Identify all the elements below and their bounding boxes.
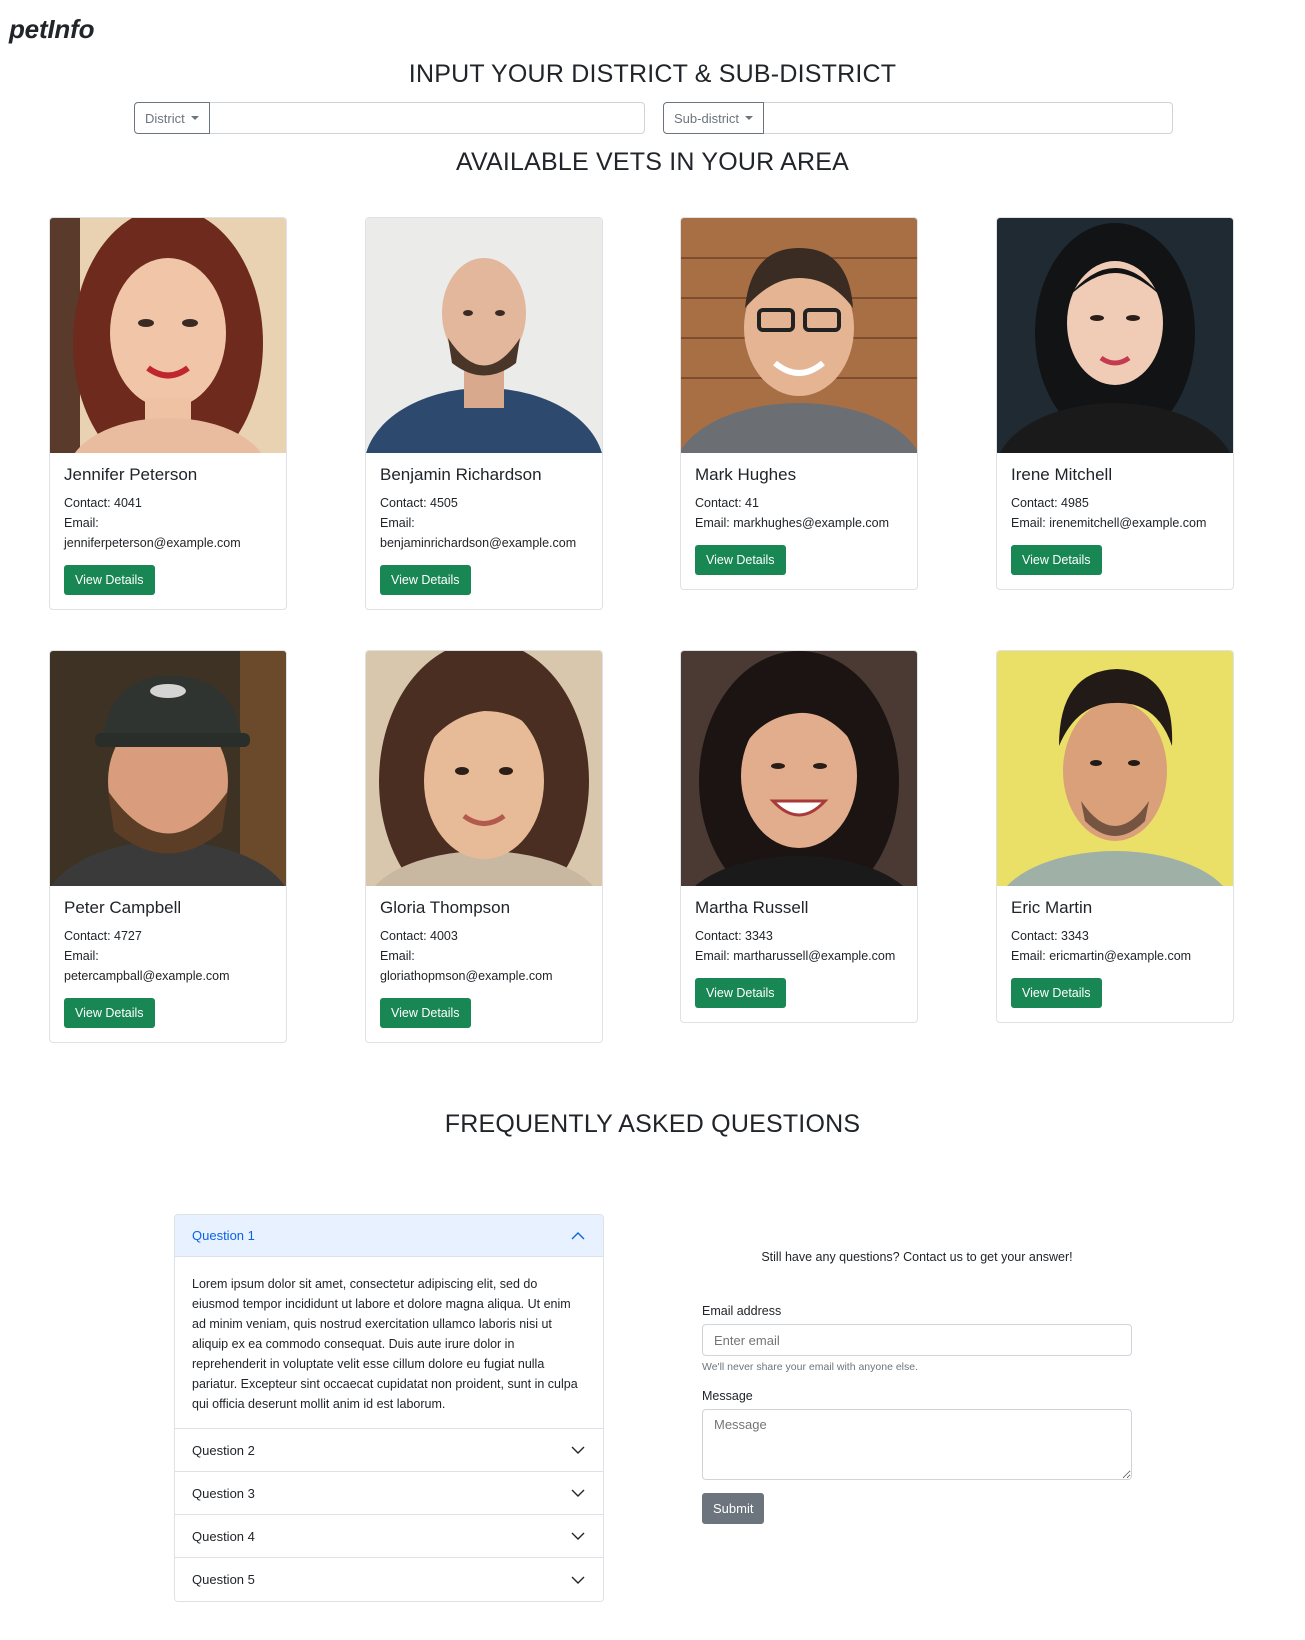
vet-photo [997,651,1233,886]
vet-name: Irene Mitchell [1011,465,1113,484]
vet-name: Mark Hughes [695,465,797,484]
brand-logo[interactable]: petInfo [9,14,94,45]
chevron-down-icon [571,1532,585,1540]
vet-card: Irene Mitchell Contact: 4985 Email: iren… [996,217,1234,590]
vet-name: Peter Campbell [64,898,182,917]
message-label: Message [702,1389,753,1403]
vet-name: Benjamin Richardson [380,465,542,484]
vet-email: Email: markhughes@example.com [695,516,890,530]
vet-email: gloriathopmson@example.com [380,969,553,983]
vet-email-label: Email: [380,516,415,530]
vets-heading: AVAILABLE VETS IN YOUR AREA [455,148,850,176]
vet-email: Email: ericmartin@example.com [1011,949,1192,963]
vet-name: Gloria Thompson [380,898,511,917]
email-help-text: We'll never share your email with anyone… [702,1361,918,1373]
contact-form: Still have any questions? Contact us to … [702,1250,1132,1524]
vet-contact: Contact: 4003 [380,929,458,943]
chevron-down-icon [571,1576,585,1584]
view-details-button[interactable]: View Details [1011,978,1102,1008]
chevron-down-icon [571,1489,585,1497]
vet-name: Eric Martin [1011,898,1093,917]
accordion-item-question-2[interactable]: Question 2 [175,1429,603,1472]
vet-card: Mark Hughes Contact: 41 Email: markhughe… [680,217,918,590]
faq-heading: FREQUENTLY ASKED QUESTIONS [444,1110,861,1138]
faq-accordion: Question 1 Lorem ipsum dolor sit amet, c… [174,1214,604,1602]
vet-card: Jennifer Peterson Contact: 4041 Email: j… [49,217,287,610]
caret-down-icon [745,116,754,120]
subdistrict-input[interactable] [764,102,1174,134]
district-dropdown-button[interactable]: District [134,102,210,134]
vet-photo [50,218,286,453]
vet-photo [366,651,602,886]
submit-button[interactable]: Submit [702,1493,765,1524]
view-details-button[interactable]: View Details [64,565,155,595]
vet-contact: Contact: 4985 [1011,496,1089,510]
caret-down-icon [190,116,199,120]
email-label: Email address [702,1304,782,1318]
view-details-button[interactable]: View Details [695,978,786,1008]
vet-contact: Contact: 4505 [380,496,458,510]
location-heading: INPUT YOUR DISTRICT & SUB-DISTRICT [408,60,897,88]
question-label: Question 2 [192,1442,255,1458]
question-label: Question 5 [192,1572,255,1587]
vet-photo [997,218,1233,453]
vet-card: Gloria Thompson Contact: 4003 Email: glo… [365,650,603,1043]
vet-contact: Contact: 4727 [64,929,142,943]
view-details-button[interactable]: View Details [1011,545,1102,575]
vet-photo [681,651,917,886]
vet-email-label: Email: [64,949,99,963]
subdistrict-dropdown-label: Sub-district [674,110,740,126]
message-field[interactable] [702,1409,1132,1480]
accordion-item-question-1[interactable]: Question 1 [175,1215,603,1257]
view-details-button[interactable]: View Details [380,565,471,595]
vet-email: petercampball@example.com [64,969,230,983]
view-details-button[interactable]: View Details [695,545,786,575]
accordion-answer: Lorem ipsum dolor sit amet, consectetur … [175,1257,603,1429]
vet-email: benjaminrichardson@example.com [380,536,577,550]
vet-contact: Contact: 4041 [64,496,142,510]
vet-contact: Contact: 41 [695,496,759,510]
vet-photo [366,218,602,453]
vet-photo [50,651,286,886]
vet-card: Martha Russell Contact: 3343 Email: mart… [680,650,918,1023]
accordion-item-question-5[interactable]: Question 5 [175,1558,603,1601]
vet-email: jenniferpeterson@example.com [64,536,241,550]
chevron-up-icon [571,1231,585,1239]
subdistrict-dropdown-button[interactable]: Sub-district [663,102,765,134]
subdistrict-selector: Sub-district [663,102,1174,134]
accordion-item-question-4[interactable]: Question 4 [175,1515,603,1558]
vet-name: Jennifer Peterson [64,465,198,484]
contact-intro: Still have any questions? Contact us to … [761,1250,1073,1264]
question-label: Question 1 [192,1228,255,1243]
vet-contact: Contact: 3343 [695,929,773,943]
vet-email-label: Email: [64,516,99,530]
vet-email: Email: martharussell@example.com [695,949,896,963]
question-label: Question 4 [192,1528,255,1544]
district-selector: District [134,102,645,134]
vet-card: Peter Campbell Contact: 4727 Email: pete… [49,650,287,1043]
email-field[interactable] [702,1324,1132,1356]
view-details-button[interactable]: View Details [64,998,155,1028]
vet-photo [681,218,917,453]
district-input[interactable] [209,102,645,134]
vet-name: Martha Russell [695,898,809,917]
view-details-button[interactable]: View Details [380,998,471,1028]
vet-contact: Contact: 3343 [1011,929,1089,943]
vet-email-label: Email: [380,949,415,963]
accordion-item-question-3[interactable]: Question 3 [175,1472,603,1515]
vet-card: Benjamin Richardson Contact: 4505 Email:… [365,217,603,610]
question-label: Question 3 [192,1485,255,1501]
district-dropdown-label: District [145,110,185,126]
vet-card: Eric Martin Contact: 3343 Email: ericmar… [996,650,1234,1023]
vet-email: Email: irenemitchell@example.com [1011,516,1207,530]
chevron-down-icon [571,1446,585,1454]
